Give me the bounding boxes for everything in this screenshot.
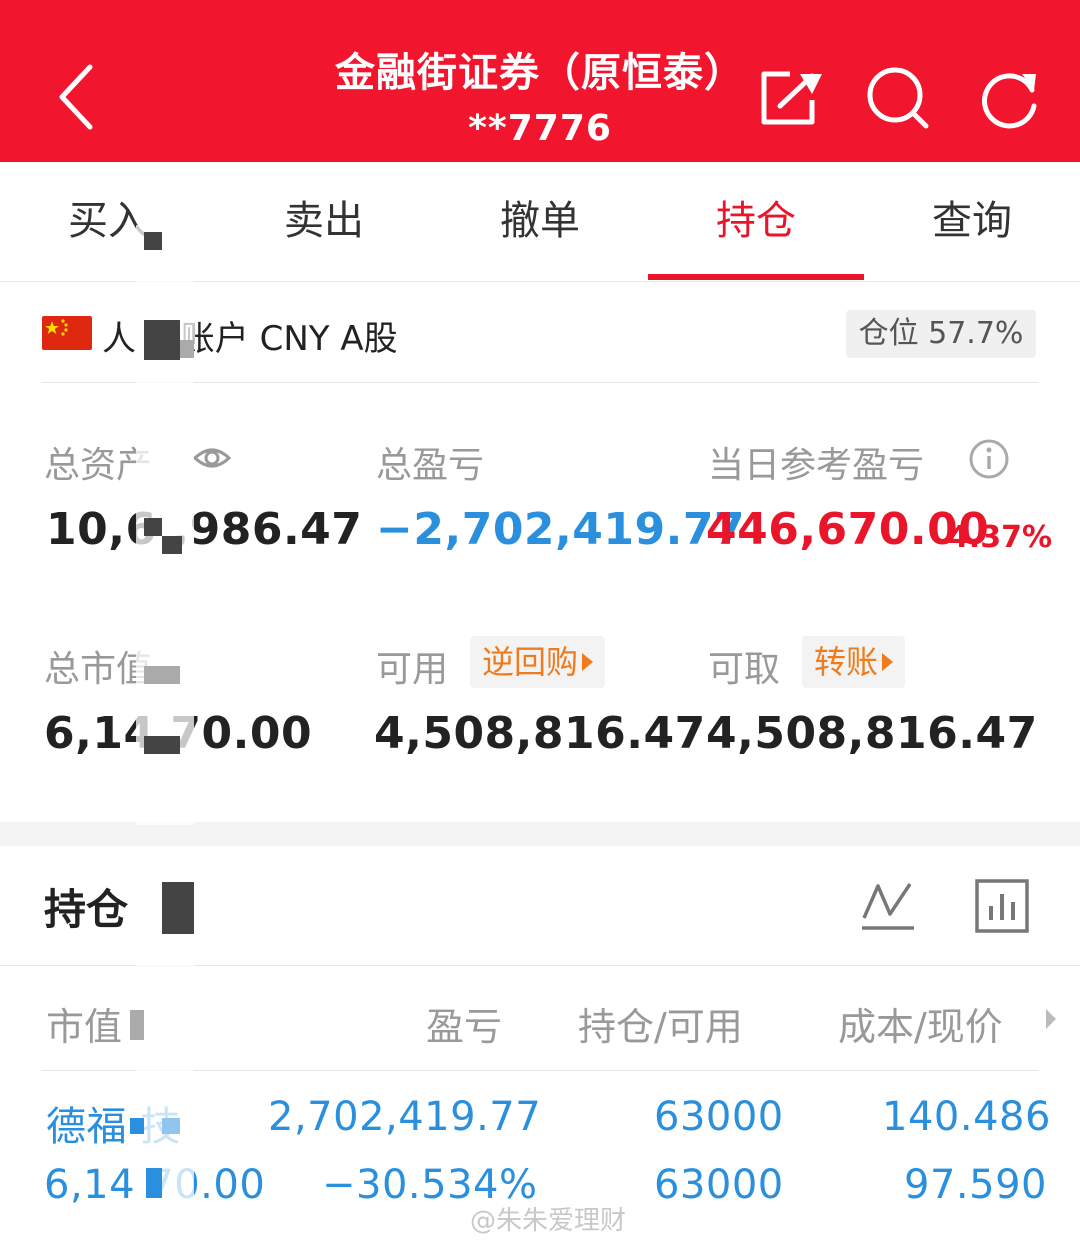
- arrow-right-icon: [882, 653, 894, 671]
- stock-price: 97.590: [904, 1162, 1047, 1208]
- eye-icon[interactable]: [192, 440, 232, 476]
- total-pl-label: 总盈亏: [376, 445, 485, 486]
- info-icon[interactable]: [968, 438, 1010, 480]
- stock-available: 63000: [654, 1162, 784, 1208]
- col-header-position[interactable]: 持仓/可用: [578, 996, 743, 1051]
- daily-pl-value: 446,670.00: [706, 504, 990, 555]
- transfer-label: 转账: [814, 643, 879, 681]
- total-pl-value: −2,702,419.77: [376, 504, 746, 555]
- active-tab-indicator: [648, 274, 864, 280]
- china-flag-icon: [42, 316, 92, 350]
- position-ratio-badge: 仓位 57.7%: [846, 310, 1036, 358]
- withdrawable-value: 4,508,816.47: [706, 708, 1038, 759]
- stock-pl: 2,702,419.77: [268, 1094, 542, 1140]
- line-chart-icon[interactable]: [860, 878, 916, 934]
- refresh-icon[interactable]: [974, 62, 1046, 134]
- available-value: 4,508,816.47: [374, 708, 706, 759]
- section-gap: [0, 822, 1080, 846]
- withdrawable-label: 可取: [708, 649, 781, 690]
- available-label: 可用: [376, 649, 449, 690]
- col-header-pl[interactable]: 盈亏: [426, 996, 502, 1051]
- tab-query[interactable]: 查询: [864, 162, 1080, 282]
- holdings-title: 持仓: [44, 885, 129, 934]
- bar-chart-icon[interactable]: [974, 878, 1030, 934]
- stock-cost: 140.486: [882, 1094, 1051, 1140]
- reverse-repo-label: 逆回购: [482, 643, 579, 681]
- tab-cancel[interactable]: 撤单: [432, 162, 648, 282]
- scroll-right-icon[interactable]: [1044, 1006, 1058, 1032]
- col-header-market-value[interactable]: 市值: [46, 996, 122, 1051]
- app-header: 金融街证券（原恒泰） **7776: [0, 0, 1080, 162]
- tab-sell[interactable]: 卖出: [216, 162, 432, 282]
- share-icon[interactable]: [756, 62, 828, 134]
- tab-holdings[interactable]: 持仓: [648, 162, 864, 282]
- search-icon[interactable]: [862, 62, 934, 134]
- daily-pl-percent: 4.37%: [948, 520, 1053, 555]
- transfer-link[interactable]: 转账: [802, 636, 906, 688]
- weibo-watermark: @朱朱爱理财: [470, 1206, 627, 1236]
- col-header-cost-price[interactable]: 成本/现价: [838, 996, 1003, 1051]
- daily-pl-label: 当日参考盈亏: [708, 445, 925, 486]
- stock-position: 63000: [654, 1094, 784, 1140]
- total-assets-value: 10,6 ,986.47: [46, 504, 363, 555]
- arrow-right-icon: [582, 653, 594, 671]
- reverse-repo-link[interactable]: 逆回购: [470, 636, 606, 688]
